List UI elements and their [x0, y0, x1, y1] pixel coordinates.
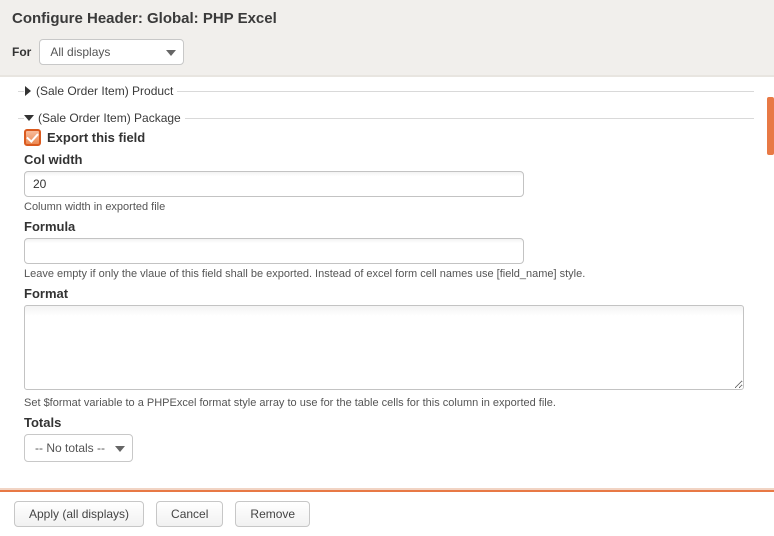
export-checkbox[interactable] [24, 129, 41, 146]
fieldset-package-label: (Sale Order Item) Package [38, 111, 181, 125]
apply-button[interactable]: Apply (all displays) [14, 501, 144, 527]
remove-button[interactable]: Remove [235, 501, 310, 527]
totals-label: Totals [24, 415, 754, 430]
col-width-input[interactable] [24, 171, 524, 197]
page-title: Configure Header: Global: PHP Excel [12, 10, 762, 27]
scrollbar-thumb[interactable] [767, 97, 774, 155]
format-textarea[interactable] [24, 305, 744, 390]
content: (Sale Order Item) Product (Sale Order It… [0, 77, 764, 487]
fieldset-product-label: (Sale Order Item) Product [36, 84, 173, 98]
totals-select[interactable]: -- No totals -- [24, 434, 133, 462]
triangle-down-icon [24, 114, 34, 122]
export-checkbox-label: Export this field [47, 130, 145, 145]
fieldset-package: (Sale Order Item) Package Export this fi… [18, 118, 754, 470]
export-checkbox-row: Export this field [24, 129, 754, 146]
header-area: Configure Header: Global: PHP Excel For … [0, 0, 774, 77]
format-help: Set $format variable to a PHPExcel forma… [24, 397, 754, 409]
displays-select[interactable]: All displays [39, 39, 184, 65]
triangle-right-icon [24, 86, 32, 96]
cancel-button[interactable]: Cancel [156, 501, 223, 527]
for-label: For [12, 45, 31, 59]
fieldset-package-body: Export this field Col width Column width… [18, 129, 754, 462]
fieldset-product-legend[interactable]: (Sale Order Item) Product [24, 84, 177, 98]
col-width-label: Col width [24, 152, 754, 167]
formula-label: Formula [24, 219, 754, 234]
formula-input[interactable] [24, 238, 524, 264]
fieldset-package-legend[interactable]: (Sale Order Item) Package [24, 111, 185, 125]
format-label: Format [24, 286, 754, 301]
for-row: For All displays [12, 39, 762, 65]
col-width-help: Column width in exported file [24, 201, 754, 213]
content-wrap: (Sale Order Item) Product (Sale Order It… [0, 77, 774, 487]
footer: Apply (all displays) Cancel Remove [0, 490, 774, 536]
formula-help: Leave empty if only the vlaue of this fi… [24, 268, 754, 280]
